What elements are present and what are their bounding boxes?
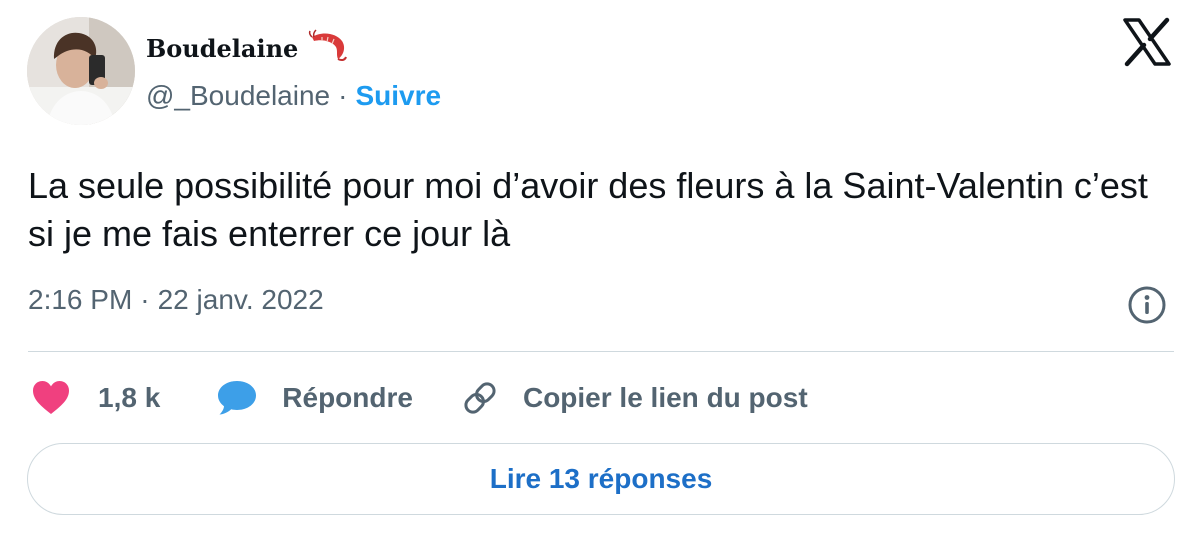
- like-count: 1,8 k: [98, 382, 161, 413]
- follow-button[interactable]: Suivre: [355, 80, 441, 112]
- avatar[interactable]: [27, 17, 135, 125]
- heart-icon: [33, 381, 69, 414]
- tweet-meta: 2:16 PM · 22 janv. 2022: [28, 284, 324, 316]
- separator-dot: ·: [338, 80, 348, 111]
- tweet-time[interactable]: 2:16 PM: [28, 284, 132, 316]
- action-bar: 1,8 k Répondre Copier le lien du post: [30, 376, 808, 420]
- shrimp-icon: [308, 28, 348, 63]
- divider: [28, 351, 1174, 352]
- reply-label: Répondre: [282, 382, 413, 413]
- copy-link-label: Copier le lien du post: [522, 382, 808, 413]
- author-handle-row: @_Boudelaine · Suivre: [146, 80, 441, 112]
- author-handle[interactable]: @_Boudelaine: [146, 80, 330, 112]
- tweet-card: Boudelaine @_Boudelaine · Suivre La seul…: [0, 0, 1200, 543]
- read-replies-label: Lire 13 réponses: [489, 463, 713, 494]
- read-replies-button[interactable]: Lire 13 réponses: [27, 443, 1175, 515]
- tweet-text: La seule possibilité pour moi d’avoir de…: [28, 165, 1148, 254]
- separator-dot: ·: [140, 284, 150, 315]
- x-logo-icon[interactable]: [1121, 16, 1173, 68]
- avatar-photo: [27, 17, 135, 125]
- speech-bubble-icon: [218, 381, 257, 415]
- author-display-name[interactable]: Boudelaine: [146, 34, 298, 63]
- reply-button[interactable]: Répondre: [216, 377, 413, 419]
- tweet-date[interactable]: 22 janv. 2022: [158, 284, 324, 316]
- info-icon[interactable]: [1127, 285, 1167, 325]
- author-name-row[interactable]: Boudelaine: [146, 28, 348, 63]
- copy-link-button[interactable]: Copier le lien du post: [459, 377, 808, 419]
- like-button[interactable]: 1,8 k: [30, 377, 160, 419]
- link-icon: [464, 382, 496, 414]
